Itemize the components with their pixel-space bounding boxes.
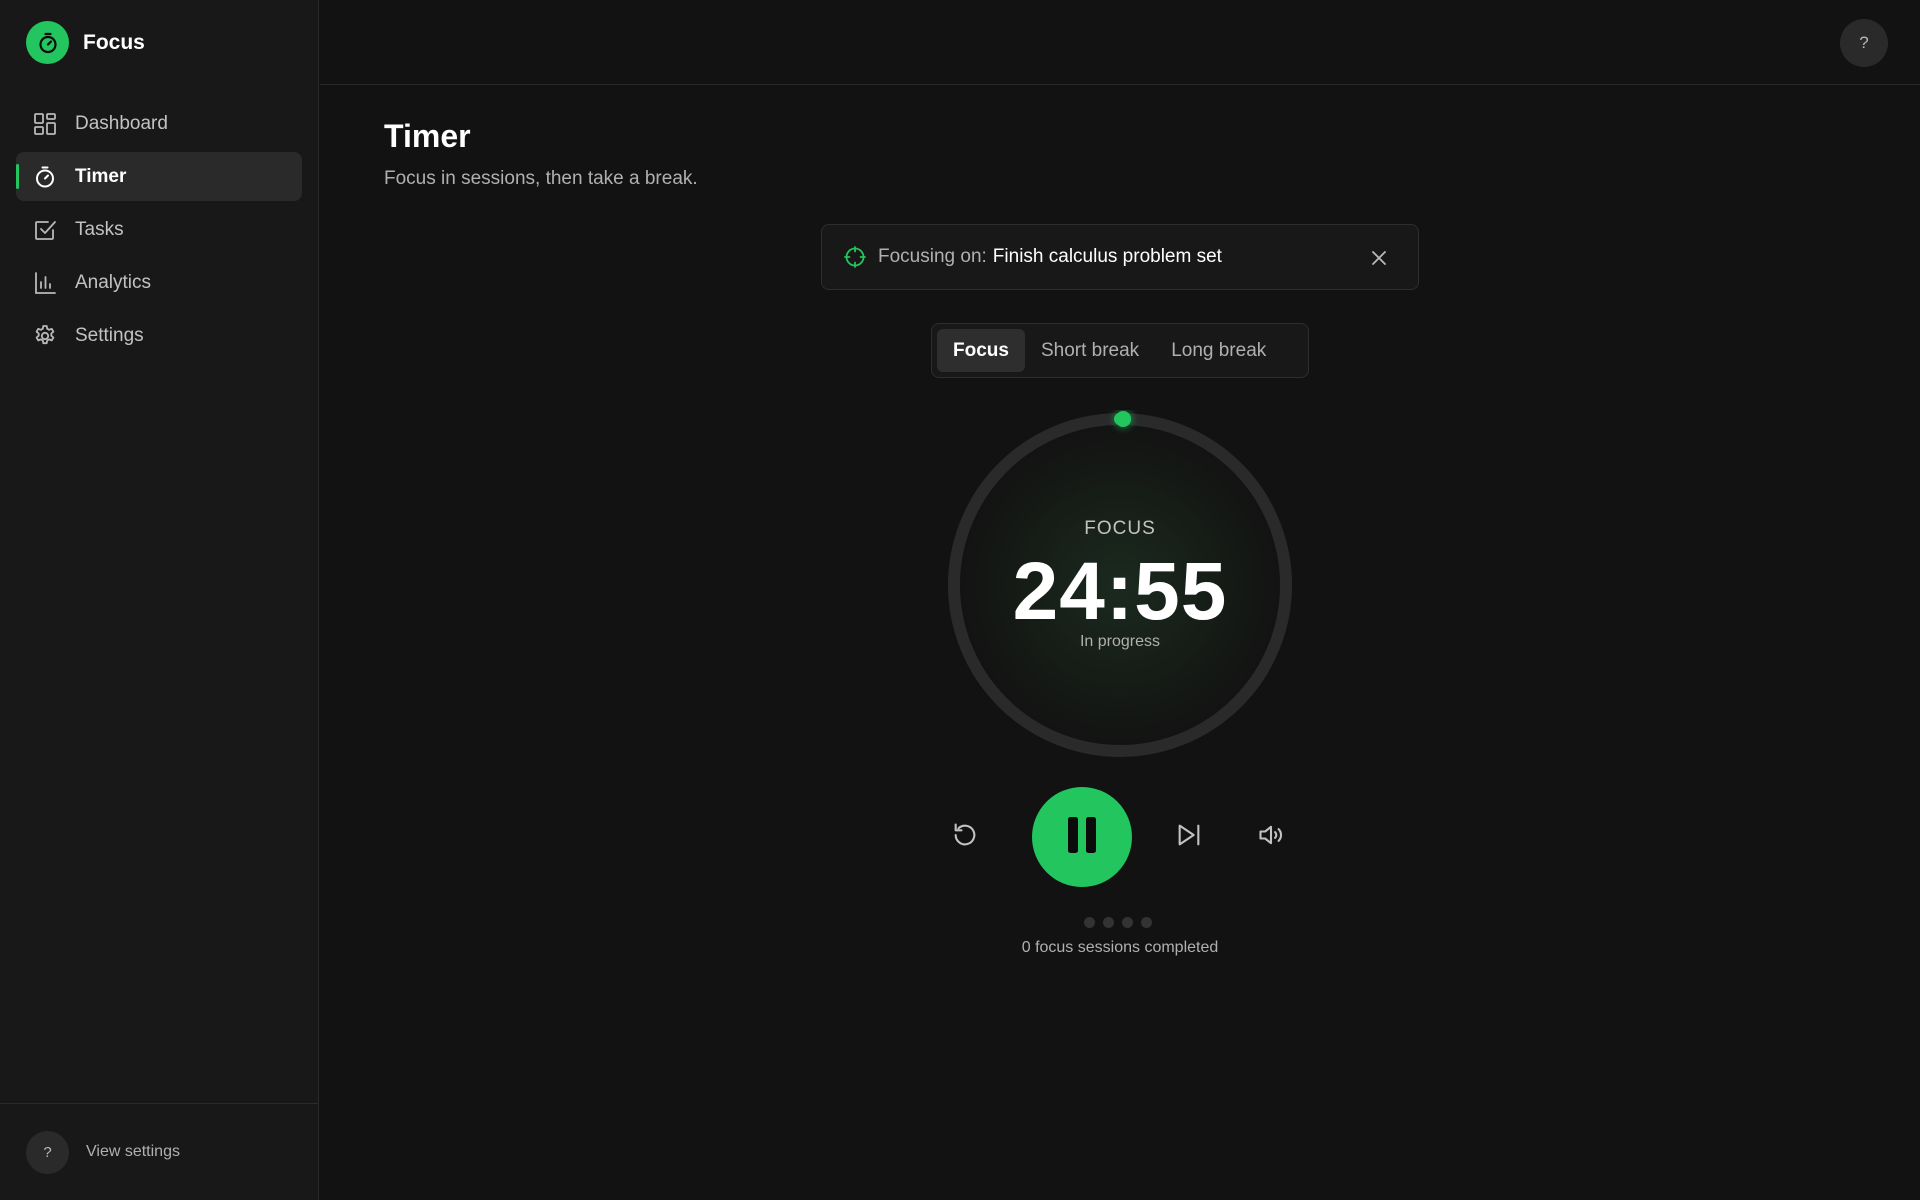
timer-icon [32,164,58,190]
pause-button[interactable] [1032,787,1132,887]
sidebar: Focus Dashboard Timer Tasks Analytics Se… [0,0,319,1200]
pause-icon [1066,816,1098,859]
volume-button[interactable] [1251,817,1291,857]
sessions-completed-text: 0 focus sessions completed [1021,939,1219,956]
tab-short-break[interactable]: Short break [1025,329,1155,372]
banner-task-name: Finish calculus problem set [992,246,1222,267]
session-dot [1103,917,1114,928]
sidebar-item-timer[interactable]: Timer [16,152,302,201]
focus-task-banner: Focusing on: Finish calculus problem set [821,224,1419,290]
crosshair-icon [844,246,866,268]
sidebar-item-label: Analytics [75,271,152,293]
tasks-icon [32,217,58,243]
sidebar-nav: Dashboard Timer Tasks Analytics Settings [16,99,302,364]
session-dot [1084,917,1095,928]
app-root: Focus Dashboard Timer Tasks Analytics Se… [0,0,1920,1200]
tab-long-break[interactable]: Long break [1155,329,1282,372]
sidebar-footer: ? View settings [0,1103,318,1200]
volume-icon [1257,821,1285,854]
sidebar-item-label: Tasks [75,218,124,240]
reset-icon [951,821,979,854]
timer-status: In progress [1079,633,1161,650]
settings-icon [32,323,58,349]
sidebar-item-settings[interactable]: Settings [16,311,302,360]
reset-button[interactable] [945,817,985,857]
close-icon[interactable] [1368,247,1390,269]
page-title: Timer [384,118,471,154]
help-icon[interactable]: ? [26,1130,69,1174]
session-dot [1141,917,1152,928]
timer-mode-label: FOCUS [1084,518,1156,539]
top-bar: ? [320,0,1920,85]
banner-prefix: Focusing on: [878,246,987,267]
sidebar-item-dashboard[interactable]: Dashboard [16,99,302,148]
session-dots [1084,917,1160,928]
app-name: Focus [83,30,145,54]
tab-focus[interactable]: Focus [937,329,1025,372]
analytics-icon [32,270,58,296]
brand[interactable]: Focus [26,21,145,64]
mode-tabs: Focus Short break Long break [931,323,1309,378]
sidebar-item-analytics[interactable]: Analytics [16,258,302,307]
view-settings-link[interactable]: View settings [86,1143,180,1161]
timer-controls [945,786,1295,888]
sidebar-item-label: Settings [75,324,144,346]
dashboard-icon [32,111,58,137]
skip-button[interactable] [1169,817,1209,857]
page-subtitle: Focus in sessions, then take a break. [384,168,698,189]
skip-icon [1175,821,1203,854]
timer-value: 24:55 [1012,546,1228,637]
stopwatch-icon [26,21,69,64]
help-button[interactable]: ? [1840,19,1888,67]
sidebar-item-label: Dashboard [75,112,168,134]
timer-readout: FOCUS 24:55 In progress [945,410,1295,760]
sidebar-item-tasks[interactable]: Tasks [16,205,302,254]
sidebar-item-label: Timer [75,165,127,187]
session-dot [1122,917,1133,928]
